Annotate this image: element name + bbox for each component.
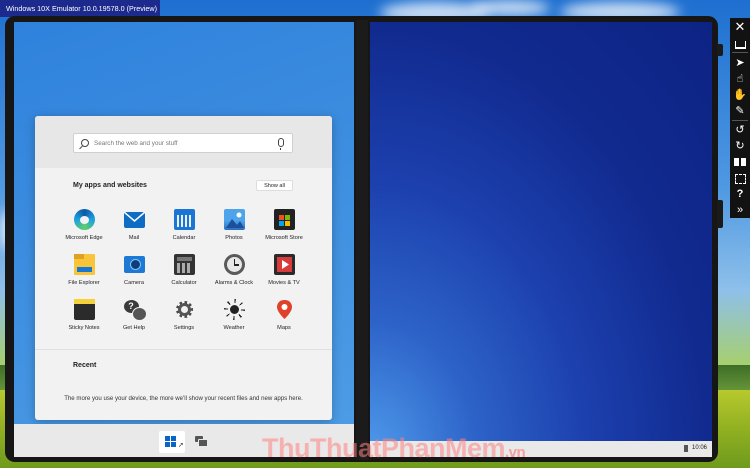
file-explorer-icon [73, 254, 95, 275]
cursor-icon: ➚ [178, 442, 184, 449]
search-input[interactable] [94, 136, 264, 150]
device-button [717, 200, 723, 228]
photos-icon [223, 209, 245, 230]
zoom-fit-icon[interactable] [731, 170, 749, 186]
recent-section-title: Recent [73, 362, 97, 369]
start-search-area [35, 116, 332, 168]
battery-icon[interactable] [684, 445, 688, 452]
multi-touch-icon[interactable]: ✋ [731, 87, 749, 103]
app-tile-camera[interactable]: Camera [109, 254, 159, 299]
alarms-clock-icon [223, 254, 245, 275]
mail-icon [123, 212, 145, 228]
section-divider [35, 349, 332, 350]
app-tile-maps[interactable]: Maps [259, 299, 309, 344]
recent-empty-message: The more you use your device, the more w… [64, 395, 303, 402]
help-icon[interactable]: ? [731, 186, 749, 202]
windows-logo-icon [165, 436, 176, 447]
apps-grid: Microsoft Edge Mail Calendar Photos Micr… [59, 209, 309, 344]
get-help-icon: ? [123, 299, 147, 321]
app-tile-movies-tv[interactable]: Movies & TV [259, 254, 309, 299]
app-tile-calendar[interactable]: Calendar [159, 209, 209, 254]
app-tile-weather[interactable]: Weather [209, 299, 259, 344]
rotate-right-icon[interactable]: ↻ [731, 138, 749, 154]
calendar-icon [173, 209, 195, 230]
emulator-title: Windows 10X Emulator 10.0.19578.0 (Previ… [0, 0, 160, 17]
app-tile-photos[interactable]: Photos [209, 209, 259, 254]
emulator-toolbar: ✕ ➤ ☝ ✋ ✎ ↺ ↻ ? » [730, 18, 750, 218]
microphone-icon[interactable] [278, 138, 284, 150]
app-tile-mail[interactable]: Mail [109, 209, 159, 254]
settings-gear-icon [174, 299, 195, 320]
start-menu: My apps and websites Show all Microsoft … [35, 116, 332, 420]
sticky-notes-icon [73, 299, 95, 320]
more-tools-icon[interactable]: » [731, 202, 749, 218]
search-icon [81, 139, 89, 147]
watermark: ThuThuatPhanMem.vn [262, 433, 526, 463]
microsoft-store-icon [273, 209, 295, 230]
device-hinge [356, 20, 368, 460]
app-tile-microsoft-edge[interactable]: Microsoft Edge [59, 209, 109, 254]
weather-sun-icon [223, 299, 245, 320]
app-tile-get-help[interactable]: ? Get Help [109, 299, 159, 344]
app-tile-alarms-clock[interactable]: Alarms & Clock [209, 254, 259, 299]
taskbar-clock[interactable]: 10:06 [692, 445, 707, 451]
mouse-input-icon[interactable]: ➤ [731, 55, 749, 71]
search-box[interactable] [73, 133, 293, 153]
start-button[interactable]: ➚ [159, 431, 185, 453]
touch-input-icon[interactable]: ☝ [731, 71, 749, 87]
movies-tv-icon [273, 254, 295, 275]
app-tile-sticky-notes[interactable]: Sticky Notes [59, 299, 109, 344]
app-tile-file-explorer[interactable]: File Explorer [59, 254, 109, 299]
cloud [470, 0, 550, 16]
device-button [717, 44, 723, 56]
app-tile-calculator[interactable]: Calculator [159, 254, 209, 299]
app-tile-settings[interactable]: Settings [159, 299, 209, 344]
toolbar-divider [732, 52, 748, 53]
dual-screen-icon[interactable] [731, 154, 749, 170]
camera-icon [123, 256, 145, 273]
minimize-icon[interactable] [731, 35, 749, 51]
pen-input-icon[interactable]: ✎ [731, 103, 749, 119]
task-view-icon[interactable] [195, 436, 208, 447]
close-icon[interactable]: ✕ [731, 19, 749, 35]
toolbar-divider [732, 120, 748, 121]
calculator-icon [173, 254, 195, 275]
apps-section-title: My apps and websites [73, 182, 147, 189]
show-all-button[interactable]: Show all [256, 180, 293, 191]
microsoft-edge-icon [73, 209, 95, 230]
maps-pin-icon [274, 299, 295, 320]
right-screen [370, 22, 712, 457]
rotate-left-icon[interactable]: ↺ [731, 122, 749, 138]
app-tile-microsoft-store[interactable]: Microsoft Store [259, 209, 309, 254]
